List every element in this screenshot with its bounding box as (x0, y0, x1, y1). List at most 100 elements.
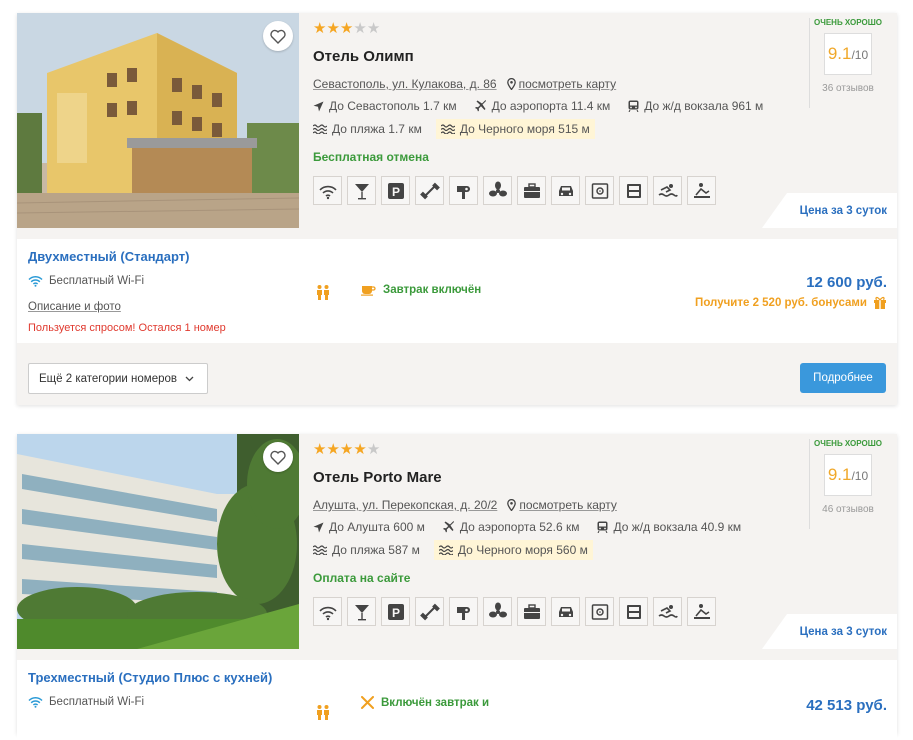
show-map-label: посмотреть карту (519, 498, 617, 512)
room-price: 42 513 руб. (806, 697, 887, 714)
hotel-photo[interactable] (17, 434, 299, 649)
hotel-summary: ★★★★★ Отель Porto Mare Алушта, ул. Перек… (17, 434, 897, 649)
spa-icon[interactable] (687, 597, 716, 626)
more-categories-label: Ещё 2 категории номеров (39, 372, 177, 385)
hotel-address[interactable]: Алушта, ул. Перекопская, д. 20/2 (313, 498, 497, 512)
business-icon[interactable] (517, 597, 546, 626)
payment-policy: Оплата на сайте (313, 571, 411, 585)
cutlery-icon (361, 696, 374, 709)
hairdryer-icon[interactable] (449, 176, 478, 205)
restaurant-icon[interactable] (619, 176, 648, 205)
star-empty-icon: ★ (366, 20, 381, 37)
distance-sea: До Черного моря 560 м (433, 540, 593, 560)
distances-row: До Севастополь 1.7 км До аэропорта 11.4 … (313, 99, 783, 113)
airplane-icon (442, 521, 454, 533)
bar-icon[interactable] (347, 176, 376, 205)
star-rating: ★★★★★ (313, 440, 783, 460)
hotel-address[interactable]: Севастополь, ул. Кулакова, д. 86 (313, 77, 497, 91)
star-filled-icon: ★ (313, 20, 327, 37)
train-icon (597, 521, 608, 533)
fan-icon[interactable] (483, 176, 512, 205)
wifi-icon (28, 275, 43, 287)
room-offer: Трехместный (Студио Плюс с кухней) Беспл… (17, 660, 897, 740)
bonus-label: Получите 2 520 руб. бонусами (695, 296, 867, 309)
svg-text:P: P (391, 606, 399, 620)
favorite-button[interactable] (263, 442, 293, 472)
meal-label: Завтрак включён (383, 284, 482, 296)
distance-airport: До аэропорта 11.4 км (474, 99, 611, 113)
hotel-card: ★★★★★ Отель Олимп Севастополь, ул. Кулак… (17, 13, 897, 405)
meal-label: Включён завтрак и (381, 696, 490, 709)
restaurant-icon[interactable] (619, 597, 648, 626)
star-empty-icon: ★ (353, 20, 367, 37)
distance-station: До ж/д вокзала 961 м (628, 99, 763, 113)
rating-score[interactable]: 9.1 /10 (824, 33, 872, 75)
pool-icon[interactable] (653, 597, 682, 626)
spa-icon[interactable] (687, 176, 716, 205)
distance-city-label: До Алушта 600 м (329, 520, 425, 534)
distance-city: До Алушта 600 м (313, 520, 425, 534)
wifi-icon[interactable] (313, 597, 342, 626)
distance-sea-label: До Черного моря 515 м (459, 122, 590, 136)
meal-info: Включён завтрак и (361, 696, 489, 709)
pool-icon[interactable] (653, 176, 682, 205)
gym-icon[interactable] (415, 597, 444, 626)
distance-city: До Севастополь 1.7 км (313, 99, 457, 113)
favorite-button[interactable] (263, 21, 293, 51)
gym-icon[interactable] (415, 176, 444, 205)
distance-sea: До Черного моря 515 м (435, 119, 595, 139)
business-icon[interactable] (517, 176, 546, 205)
distance-beach: До пляжа 587 м (313, 543, 420, 557)
distance-airport-label: До аэропорта 11.4 км (491, 99, 611, 113)
hotel-info: ★★★★★ Отель Олимп Севастополь, ул. Кулак… (313, 19, 783, 205)
divider (809, 18, 810, 108)
hotel-name[interactable]: Отель Porto Mare (313, 469, 783, 486)
wifi-icon[interactable] (313, 176, 342, 205)
hotel-photo[interactable] (17, 13, 299, 228)
hotel-address-row: Алушта, ул. Перекопская, д. 20/2 посмотр… (313, 498, 783, 512)
car-icon[interactable] (551, 176, 580, 205)
wifi-icon (28, 696, 43, 708)
distance-station-label: До ж/д вокзала 961 м (644, 99, 764, 113)
waves-icon (313, 124, 327, 134)
star-filled-icon: ★ (339, 441, 354, 458)
room-name[interactable]: Двухместный (Стандарт) (28, 249, 190, 264)
parking-icon[interactable]: P (381, 176, 410, 205)
show-map-link[interactable]: посмотреть карту (506, 77, 616, 91)
distance-airport-label: До аэропорта 52.6 км (459, 520, 580, 534)
svg-text:P: P (391, 185, 399, 199)
star-filled-icon: ★ (313, 441, 327, 458)
safe-icon[interactable] (585, 176, 614, 205)
navigation-arrow-icon (313, 522, 324, 532)
show-map-link[interactable]: посмотреть карту (507, 498, 617, 512)
room-description-link[interactable]: Описание и фото (28, 301, 121, 313)
room-wifi: Бесплатный Wi-Fi (28, 696, 144, 708)
reviews-count[interactable]: 46 отзывов (809, 504, 887, 515)
fan-icon[interactable] (483, 597, 512, 626)
reviews-count[interactable]: 36 отзывов (809, 83, 887, 94)
hotel-summary: ★★★★★ Отель Олимп Севастополь, ул. Кулак… (17, 13, 897, 228)
room-name[interactable]: Трехместный (Студио Плюс с кухней) (28, 670, 272, 685)
distance-city-label: До Севастополь 1.7 км (329, 99, 457, 113)
details-button[interactable]: Подробнее (800, 363, 886, 393)
distances-row-2: До пляжа 1.7 км До Черного моря 515 м (313, 119, 783, 139)
rating-score[interactable]: 9.1 /10 (824, 454, 872, 496)
guests-icon (315, 704, 331, 723)
room-wifi: Бесплатный Wi-Fi (28, 275, 144, 287)
distance-beach-label: До пляжа 1.7 км (332, 122, 422, 136)
parking-icon[interactable]: P (381, 597, 410, 626)
more-categories-dropdown[interactable]: Ещё 2 категории номеров (28, 363, 208, 394)
hotel-name[interactable]: Отель Олимп (313, 48, 783, 65)
star-filled-icon: ★ (353, 441, 367, 458)
meal-info: Завтрак включён (361, 284, 481, 296)
gift-icon (874, 296, 886, 309)
star-rating: ★★★★★ (313, 19, 783, 39)
coffee-cup-icon (361, 286, 376, 296)
bar-icon[interactable] (347, 597, 376, 626)
safe-icon[interactable] (585, 597, 614, 626)
hairdryer-icon[interactable] (449, 597, 478, 626)
hotel-address-row: Севастополь, ул. Кулакова, д. 86 посмотр… (313, 77, 783, 91)
hotel-card: ★★★★★ Отель Porto Mare Алушта, ул. Перек… (17, 434, 897, 740)
car-icon[interactable] (551, 597, 580, 626)
amenities-row: P (313, 176, 783, 205)
